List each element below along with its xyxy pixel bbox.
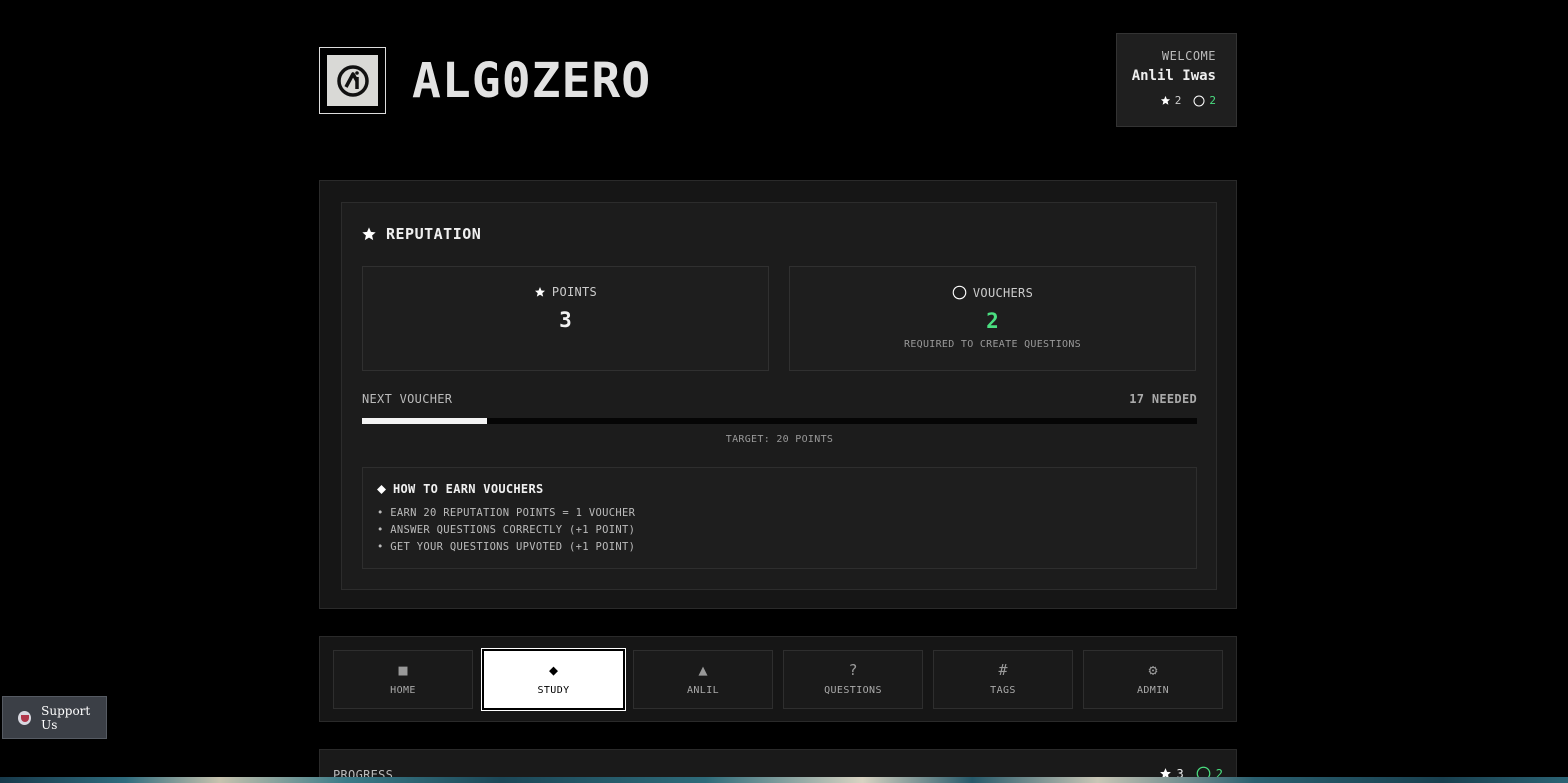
nav-label: STUDY [537, 685, 570, 696]
diamond-icon: ◆ [548, 661, 559, 679]
nav-label: TAGS [990, 685, 1016, 696]
vouchers-subtext: REQUIRED TO CREATE QUESTIONS [904, 339, 1081, 350]
points-card: POINTS 3 [362, 266, 769, 371]
points-label: POINTS [363, 285, 768, 299]
triangle-icon: ▲ [698, 661, 708, 679]
points-label-text: POINTS [551, 285, 598, 299]
user-name: Anlil Iwas [1131, 68, 1216, 84]
diamond-icon [377, 484, 386, 494]
points-stat: 2 [1160, 94, 1182, 107]
how-to-earn-box: HOW TO EARN VOUCHERS • EARN 20 REPUTATIO… [362, 467, 1197, 569]
reputation-panel: REPUTATION POINTS 3 VOUCHERS 2 REQUIRED … [319, 180, 1237, 609]
how-to-earn-list: • EARN 20 REPUTATION POINTS = 1 VOUCHER … [377, 505, 1196, 556]
points-value: 3 [559, 308, 572, 332]
list-item: • GET YOUR QUESTIONS UPVOTED (+1 POINT) [377, 541, 636, 553]
voucher-progress-fill [362, 418, 488, 424]
nav-item-study[interactable]: ◆ STUDY [481, 648, 626, 711]
coffee-cup-icon [18, 710, 32, 725]
next-voucher-row: NEXT VOUCHER 17 NEEDED [362, 392, 1197, 406]
app-title: ALG0ZERO [412, 53, 652, 109]
question-icon: ? [848, 661, 858, 679]
circle-icon [952, 285, 967, 300]
nav-item-tags[interactable]: # TAGS [933, 650, 1073, 709]
logo[interactable] [319, 47, 386, 114]
nav-item-anlil[interactable]: ▲ ANLIL [633, 650, 773, 709]
reputation-card: REPUTATION POINTS 3 VOUCHERS 2 REQUIRED … [341, 202, 1217, 590]
user-stats: 2 2 [1117, 94, 1216, 107]
vouchers-stat: 2 [1193, 94, 1216, 107]
nav-label: ADMIN [1136, 685, 1170, 696]
vouchers-label-text: VOUCHERS [972, 285, 1034, 300]
points-count: 2 [1174, 94, 1182, 107]
next-voucher-label: NEXT VOUCHER [362, 392, 453, 406]
vouchers-value: 2 [986, 309, 999, 333]
star-icon [1160, 95, 1171, 106]
nav-label: ANLIL [686, 685, 720, 696]
nav-item-admin[interactable]: ⚙ ADMIN [1083, 650, 1223, 709]
background-image-strip [0, 777, 1568, 783]
vouchers-card: VOUCHERS 2 REQUIRED TO CREATE QUESTIONS [789, 266, 1196, 371]
needed-count: 17 NEEDED [1129, 392, 1197, 406]
how-to-earn-title: HOW TO EARN VOUCHERS [377, 482, 1196, 496]
target-text: TARGET: 20 POINTS [725, 434, 834, 445]
nav-item-questions[interactable]: ? QUESTIONS [783, 650, 923, 709]
welcome-card: WELCOME Anlil Iwas 2 2 [1116, 33, 1237, 127]
list-item: • ANSWER QUESTIONS CORRECTLY (+1 POINT) [377, 524, 636, 536]
gear-icon: ⚙ [1148, 661, 1158, 679]
nav-label: QUESTIONS [824, 685, 882, 696]
reputation-title-text: REPUTATION [386, 225, 482, 243]
main-nav: ■ HOME ◆ STUDY ▲ ANLIL ? QUESTIONS # TAG… [319, 636, 1237, 722]
star-icon [361, 226, 377, 242]
square-icon: ■ [398, 661, 408, 679]
list-item: • EARN 20 REPUTATION POINTS = 1 VOUCHER [377, 507, 636, 519]
nav-label: HOME [390, 685, 416, 696]
star-icon [534, 286, 546, 298]
welcome-label: WELCOME [1161, 49, 1216, 63]
how-to-earn-title-text: HOW TO EARN VOUCHERS [393, 482, 544, 496]
hash-icon: # [998, 661, 1008, 679]
header: ALG0ZERO WELCOME Anlil Iwas 2 2 [319, 33, 1237, 127]
reputation-title: REPUTATION [361, 225, 481, 243]
vouchers-count: 2 [1209, 94, 1216, 107]
vouchers-label: VOUCHERS [790, 285, 1195, 300]
support-us-label: Support Us [41, 703, 91, 732]
support-us-button[interactable]: Support Us [2, 696, 107, 739]
nav-item-home[interactable]: ■ HOME [333, 650, 473, 709]
voucher-progress-bar [362, 418, 1197, 424]
circle-icon [1193, 95, 1205, 107]
logo-mark-icon [327, 55, 378, 106]
